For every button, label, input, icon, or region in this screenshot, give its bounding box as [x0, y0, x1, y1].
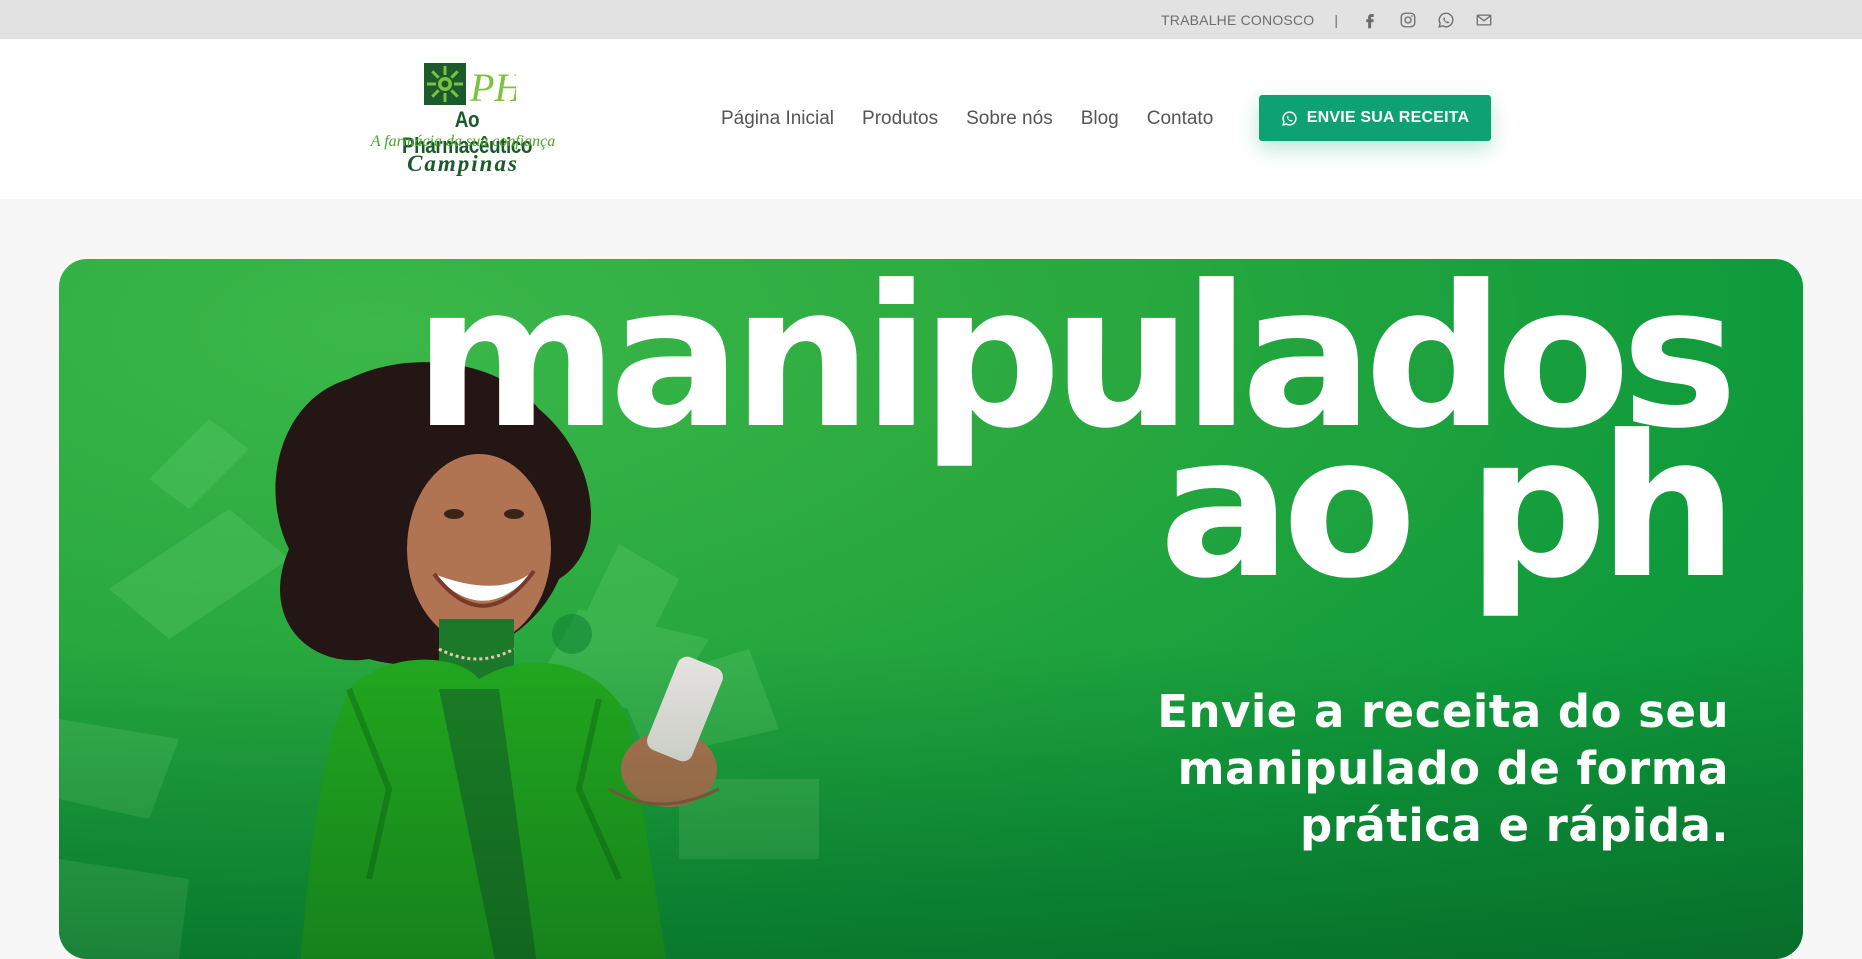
- hero-subtitle-line-3: prática e rápida.: [1300, 799, 1729, 852]
- hero-subtitle: Envie a receita do seu manipulado de for…: [1157, 683, 1729, 854]
- instagram-icon[interactable]: [1398, 10, 1418, 30]
- site-header: PH Ao Pharmacêutico A farmácia da sua co…: [0, 39, 1862, 199]
- logo-monogram: PH: [469, 65, 516, 107]
- send-prescription-label: ENVIE SUA RECEITA: [1306, 109, 1470, 126]
- logo-mark-icon: PH: [424, 63, 516, 107]
- hero-subtitle-line-2: manipulado de forma: [1177, 742, 1729, 795]
- facebook-icon[interactable]: [1360, 10, 1380, 30]
- social-links: [1360, 10, 1494, 30]
- work-with-us-link[interactable]: TRABALHE CONOSCO: [1161, 12, 1314, 28]
- brand-logo[interactable]: PH Ao Pharmacêutico A farmácia da sua co…: [370, 63, 560, 181]
- topbar-separator: |: [1334, 11, 1338, 28]
- send-prescription-button[interactable]: ENVIE SUA RECEITA: [1259, 95, 1491, 141]
- whatsapp-icon[interactable]: [1436, 10, 1456, 30]
- logo-city: Campinas: [407, 151, 519, 176]
- nav-item-home[interactable]: Página Inicial: [721, 108, 834, 130]
- mail-icon[interactable]: [1474, 10, 1494, 30]
- hero-subtitle-line-1: Envie a receita do seu: [1157, 685, 1729, 738]
- top-utility-links: TRABALHE CONOSCO |: [1161, 0, 1494, 39]
- nav-item-contact[interactable]: Contato: [1147, 108, 1214, 130]
- nav-item-blog[interactable]: Blog: [1081, 108, 1119, 130]
- nav-item-products[interactable]: Produtos: [862, 108, 938, 130]
- hero-banner: manipulados ao ph Envie a receita do seu…: [59, 259, 1803, 959]
- hero-title: manipulados ao ph: [414, 260, 1738, 606]
- logo-tagline: A farmácia da sua confiança: [370, 133, 556, 150]
- top-utility-bar: TRABALHE CONOSCO |: [0, 0, 1862, 39]
- whatsapp-icon: [1281, 110, 1298, 127]
- main-nav: Página Inicial Produtos Sobre nós Blog C…: [721, 39, 1241, 199]
- nav-item-about[interactable]: Sobre nós: [966, 108, 1053, 130]
